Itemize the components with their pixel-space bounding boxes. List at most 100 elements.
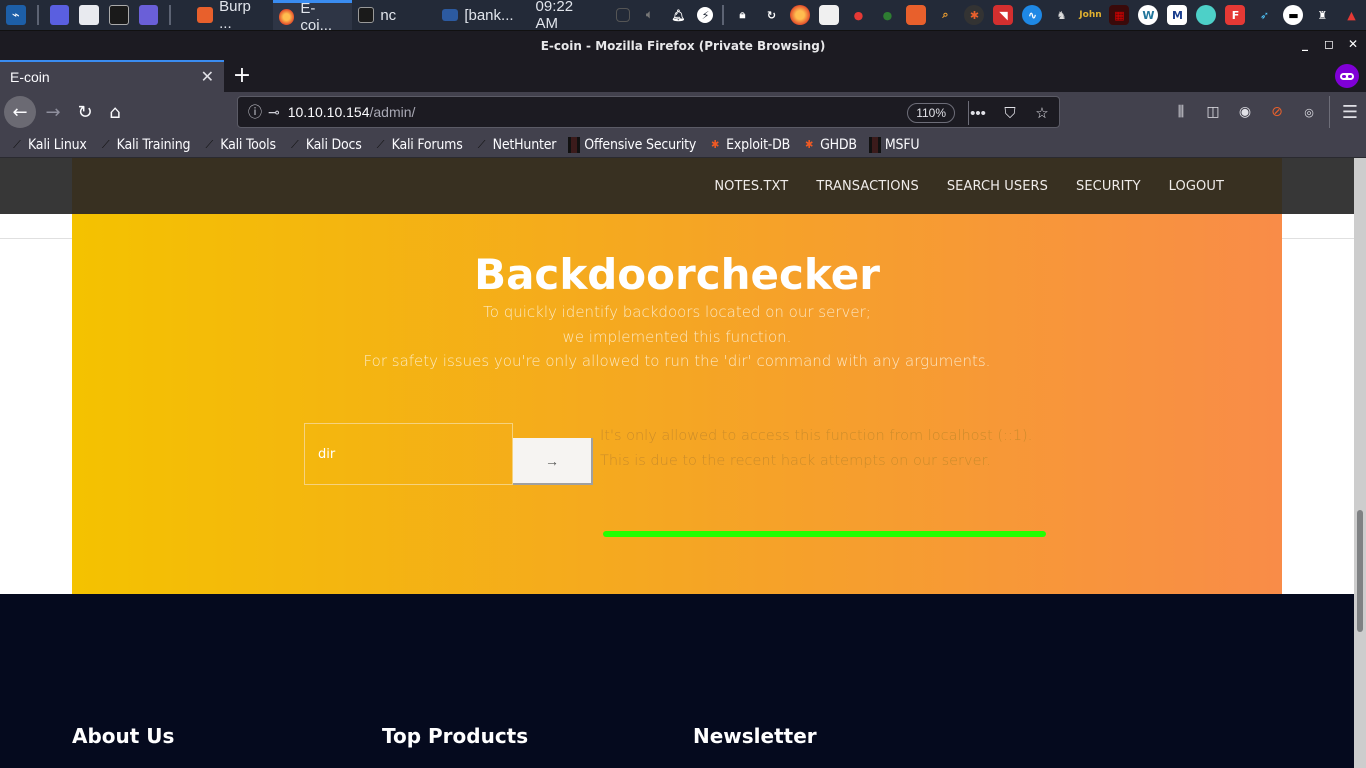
library-icon[interactable]: ⫼ [1165, 96, 1197, 128]
description-line: To quickly identify backdoors located on… [483, 303, 871, 321]
footer-heading-products: Top Products [382, 724, 529, 748]
notification-bell-icon[interactable]: 🔔︎ [668, 5, 688, 25]
foxyproxy-icon[interactable]: ⊘ [1261, 96, 1293, 128]
task-firefox[interactable]: E-coi... [272, 0, 353, 34]
reload-button[interactable]: ↻ [70, 97, 100, 127]
firefox-icon[interactable] [790, 5, 811, 25]
task-folder[interactable]: [bank... [436, 0, 519, 30]
tab-ecoin[interactable]: E-coin ✕ [0, 60, 224, 92]
bookmark-kali-forums[interactable]: ⟋ Kali Forums [374, 137, 463, 153]
screen-recorder-icon[interactable] [138, 5, 159, 25]
file-manager-icon[interactable] [79, 5, 100, 25]
clock: 09:22 AM [535, 0, 574, 32]
flame-icon[interactable]: F [1225, 5, 1246, 25]
dog-icon[interactable]: ♞ [1051, 5, 1071, 25]
metasploit-icon[interactable]: M [1167, 5, 1188, 25]
window-title: E-coin - Mozilla Firefox (Private Browsi… [540, 38, 826, 53]
offsec-icon [568, 136, 581, 153]
maximize-icon[interactable]: ◻ [1322, 37, 1336, 51]
sidebar-icon[interactable]: ◫ [1197, 96, 1229, 128]
close-tab-icon[interactable]: ✕ [201, 67, 214, 87]
description-line: For safety issues you're only allowed to… [363, 352, 991, 370]
kali-dragon-icon: ⟋ [205, 137, 214, 151]
window-titlebar: E-coin - Mozilla Firefox (Private Browsi… [0, 30, 1366, 60]
account-icon[interactable]: ◉ [1229, 96, 1261, 128]
cookie-editor-icon[interactable]: ◎ [1293, 96, 1325, 128]
bookmark-ghdb[interactable]: ✱ GHDB [802, 137, 857, 153]
page-scrollbar[interactable] [1354, 158, 1366, 768]
url-bar[interactable]: ⓘ ⊸ 10.10.10.154/admin/ 110% ••• ⛉ ☆ [237, 96, 1060, 128]
task-label: nc [380, 6, 397, 24]
forward-button[interactable]: → [38, 97, 68, 127]
power-icon[interactable]: ⚡︎ [697, 7, 714, 23]
minimize-icon[interactable]: _ [1298, 37, 1312, 51]
wordpress-icon[interactable]: W [1138, 5, 1159, 25]
taskbar-separator [169, 5, 172, 25]
bookmark-kali-linux[interactable]: ⟋ Kali Linux [10, 137, 87, 153]
display-icon[interactable] [616, 8, 631, 22]
bird-icon[interactable]: ➶ [1254, 5, 1274, 25]
zaproxy-icon[interactable]: ⌕ [935, 5, 955, 25]
bookmark-kali-tools[interactable]: ⟋ Kali Tools [202, 137, 276, 153]
page-actions-icon[interactable]: ••• [967, 101, 989, 125]
bookmark-msfu[interactable]: MSFU [868, 136, 920, 153]
task-burp[interactable]: Burp ... [191, 0, 272, 32]
url-host: 10.10.10.154 [287, 104, 370, 120]
lock-icon[interactable]: 🔒︎ [732, 5, 752, 25]
zoom-level-button[interactable]: 110% [907, 103, 955, 123]
new-tab-button[interactable]: + [230, 63, 254, 88]
system-taskbar: ⌁ Burp ... E-coi... nc [bank... 09:22 AM… [0, 0, 1366, 34]
kali-undercover-icon[interactable]: ◥ [993, 5, 1014, 25]
terminal-icon[interactable] [109, 5, 129, 25]
nav-link-logout[interactable]: LOGOUT [1169, 179, 1224, 194]
ant-icon[interactable]: ✱ [964, 5, 985, 25]
info-icon[interactable]: ⓘ [248, 102, 262, 122]
footer-heading-about: About Us [72, 724, 175, 748]
hamburger-menu-icon[interactable]: ☰ [1334, 96, 1366, 128]
bookmark-kali-training[interactable]: ⟋ Kali Training [99, 137, 191, 153]
burp-icon [197, 7, 214, 23]
bookmark-offensive-security[interactable]: Offensive Security [568, 136, 696, 153]
tray-separator [721, 5, 724, 25]
wireshark-icon[interactable]: ∿ [1022, 5, 1043, 25]
document-icon[interactable] [819, 5, 840, 25]
scorpion-icon[interactable]: ♜ [1312, 5, 1332, 25]
sqlmap-icon[interactable]: ▦ [1109, 5, 1130, 25]
volume-icon[interactable]: 🔈︎ [639, 5, 659, 25]
burp-icon[interactable] [906, 5, 927, 25]
girl-icon[interactable] [1196, 5, 1217, 25]
pocket-icon[interactable]: ⛉ [999, 101, 1021, 125]
footer-heading-newsletter: Newsletter [693, 724, 817, 748]
key-icon[interactable]: ⊸ [268, 104, 280, 121]
page-viewport: NOTES.TXT TRANSACTIONS SEARCH USERS SECU… [0, 158, 1354, 768]
show-desktop-icon[interactable] [49, 5, 70, 25]
task-nc[interactable]: nc [352, 0, 436, 30]
hat-icon[interactable]: ▬ [1283, 5, 1304, 25]
bookmark-kali-docs[interactable]: ⟋ Kali Docs [288, 137, 362, 153]
colors-icon[interactable]: ● [877, 5, 897, 25]
nav-link-search-users[interactable]: SEARCH USERS [947, 179, 1048, 194]
close-window-icon[interactable]: ✕ [1346, 37, 1360, 51]
submit-button[interactable]: → [513, 438, 593, 485]
error-line: It's only allowed to access this functio… [600, 428, 1033, 444]
firefox-icon [278, 8, 295, 25]
back-button[interactable]: ← [4, 96, 36, 128]
kali-menu-icon[interactable]: ⌁ [6, 5, 26, 25]
command-input[interactable] [304, 423, 513, 485]
backdoorchecker-section: Backdoorchecker To quickly identify back… [72, 214, 1282, 594]
john-icon[interactable]: John [1079, 5, 1101, 25]
bookmark-star-icon[interactable]: ☆ [1031, 101, 1053, 125]
navigation-toolbar: ← → ↻ ⌂ ⓘ ⊸ 10.10.10.154/admin/ 110% •••… [0, 92, 1366, 132]
nav-link-notes[interactable]: NOTES.TXT [714, 179, 788, 194]
scrollbar-thumb[interactable] [1357, 510, 1363, 632]
bookmark-exploit-db[interactable]: ✱ Exploit-DB [708, 137, 790, 153]
home-button[interactable]: ⌂ [100, 97, 130, 127]
terminal-icon [358, 7, 375, 23]
cherry-icon[interactable]: ● [848, 5, 868, 25]
refresh-icon[interactable]: ↻ [761, 5, 781, 25]
private-browsing-icon [1335, 64, 1359, 88]
thermometer-icon[interactable]: ▲ [1341, 5, 1361, 25]
bookmark-nethunter[interactable]: ⟋ NetHunter [475, 137, 557, 153]
nav-link-security[interactable]: SECURITY [1076, 179, 1141, 194]
nav-link-transactions[interactable]: TRANSACTIONS [816, 179, 918, 194]
